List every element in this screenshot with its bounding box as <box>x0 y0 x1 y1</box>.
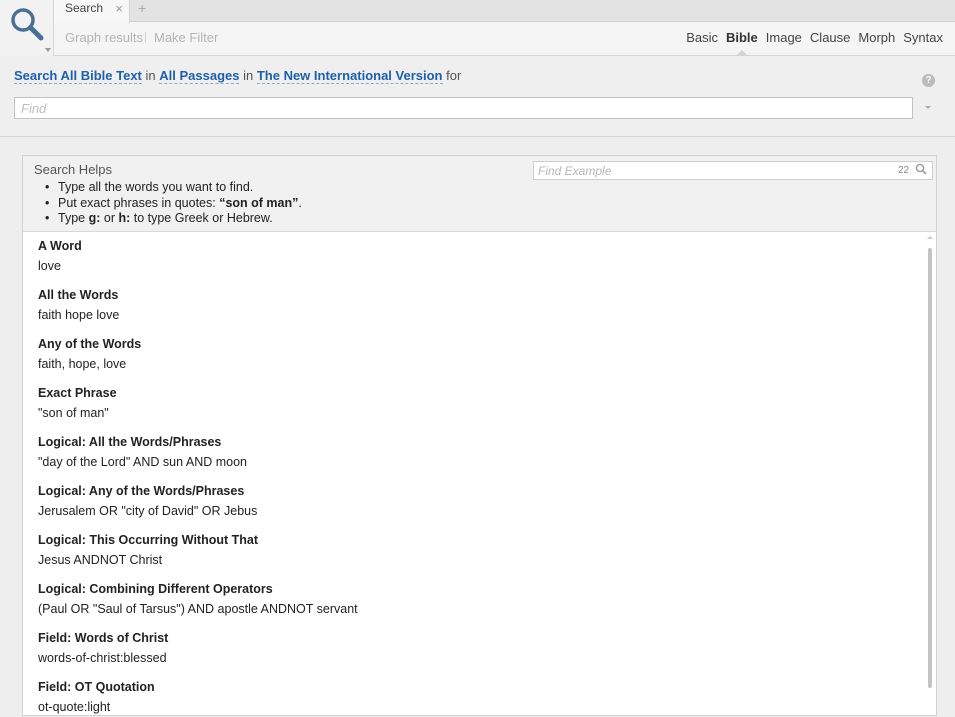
example-query[interactable]: "son of man" <box>38 406 117 420</box>
example-title: All the Words <box>38 288 119 302</box>
example-count: 22 <box>898 165 910 176</box>
search-helps-panel: Search Helps 22 Type all the words you w… <box>22 155 937 716</box>
tip-item: Put exact phrases in quotes: “son of man… <box>45 196 302 212</box>
toolbar: Graph results | Make Filter Basic Bible … <box>0 22 955 56</box>
example-query[interactable]: ot-quote:light <box>38 700 155 714</box>
query-area: Search All Bible Text in All Passages in… <box>0 57 955 137</box>
passages-link[interactable]: All Passages <box>159 68 240 84</box>
history-dropdown-icon[interactable] <box>925 106 931 109</box>
mode-syntax[interactable]: Syntax <box>903 30 943 45</box>
example-query[interactable]: love <box>38 259 82 273</box>
search-mode-tabs: Basic Bible Image Clause Morph Syntax <box>686 30 943 55</box>
example-item[interactable]: Logical: Combining Different Operators (… <box>38 582 358 616</box>
chevron-down-icon[interactable] <box>45 48 51 52</box>
examples-list: A Word love All the Words faith hope lov… <box>23 233 926 717</box>
mode-image[interactable]: Image <box>766 30 802 45</box>
close-icon[interactable]: × <box>115 1 123 16</box>
example-title: Logical: Any of the Words/Phrases <box>38 484 245 498</box>
find-input[interactable] <box>14 97 913 119</box>
example-query[interactable]: (Paul OR "Saul of Tarsus") AND apostle A… <box>38 602 358 616</box>
search-helps-header: Search Helps 22 Type all the words you w… <box>23 156 936 232</box>
example-title: Any of the Words <box>38 337 142 351</box>
example-query[interactable]: faith, hope, love <box>38 357 141 371</box>
example-item[interactable]: A Word love <box>38 239 82 273</box>
example-item[interactable]: Field: OT Quotation ot-quote:light <box>38 680 155 714</box>
example-title: Logical: This Occurring Without That <box>38 533 259 547</box>
example-title: Field: OT Quotation <box>38 680 155 694</box>
example-query[interactable]: "day of the Lord" AND sun AND moon <box>38 455 247 469</box>
query-for-text: for <box>446 68 462 83</box>
scrollbar[interactable] <box>927 236 933 688</box>
example-item[interactable]: Logical: All the Words/Phrases "day of t… <box>38 435 247 469</box>
tip-item: Type g: or h: to type Greek or Hebrew. <box>45 211 302 227</box>
tip-item: Type all the words you want to find. <box>45 180 302 196</box>
example-item[interactable]: Exact Phrase "son of man" <box>38 386 117 420</box>
add-tab-icon[interactable]: + <box>138 0 146 16</box>
tab-label: Search <box>65 1 104 15</box>
mode-basic[interactable]: Basic <box>686 30 718 45</box>
query-sentence: Search All Bible Text in All Passages in… <box>14 68 462 84</box>
help-icon[interactable]: ? <box>922 74 935 87</box>
mode-clause[interactable]: Clause <box>810 30 850 45</box>
search-helps-title: Search Helps <box>34 162 113 177</box>
search-scope-link[interactable]: Search All Bible Text <box>14 68 142 84</box>
example-title: Exact Phrase <box>38 386 117 400</box>
tab-search[interactable]: Search × <box>54 0 130 23</box>
example-title: Logical: All the Words/Phrases <box>38 435 222 449</box>
query-in-text-2: in <box>243 68 254 83</box>
example-query[interactable]: Jesus ANDNOT Christ <box>38 553 258 567</box>
toolbar-separator: | <box>144 31 147 43</box>
example-item[interactable]: Field: Words of Christ words-of-christ:b… <box>38 631 168 665</box>
find-example-input[interactable] <box>533 161 933 180</box>
example-query[interactable]: words-of-christ:blessed <box>38 651 168 665</box>
mode-morph[interactable]: Morph <box>858 30 895 45</box>
scroll-up-icon[interactable] <box>927 236 933 239</box>
example-item[interactable]: Logical: This Occurring Without That Jes… <box>38 533 258 567</box>
example-query[interactable]: faith hope love <box>38 308 119 322</box>
example-title: A Word <box>38 239 82 253</box>
example-item[interactable]: All the Words faith hope love <box>38 288 119 322</box>
scrollbar-thumb[interactable] <box>928 248 932 688</box>
example-item[interactable]: Logical: Any of the Words/Phrases Jerusa… <box>38 484 257 518</box>
magnifier-small-icon <box>915 163 927 175</box>
example-title: Field: Words of Christ <box>38 631 169 645</box>
graph-results-button[interactable]: Graph results <box>65 30 143 45</box>
search-app-logo[interactable] <box>0 0 54 56</box>
example-item[interactable]: Any of the Words faith, hope, love <box>38 337 141 371</box>
mode-bible[interactable]: Bible <box>726 30 758 55</box>
make-filter-button[interactable]: Make Filter <box>154 30 218 45</box>
example-query[interactable]: Jerusalem OR "city of David" OR Jebus <box>38 504 257 518</box>
magnifier-icon <box>11 8 44 41</box>
example-title: Logical: Combining Different Operators <box>38 582 273 596</box>
query-in-text: in <box>145 68 156 83</box>
search-tips: Type all the words you want to find. Put… <box>45 180 302 227</box>
version-link[interactable]: The New International Version <box>256 68 443 84</box>
